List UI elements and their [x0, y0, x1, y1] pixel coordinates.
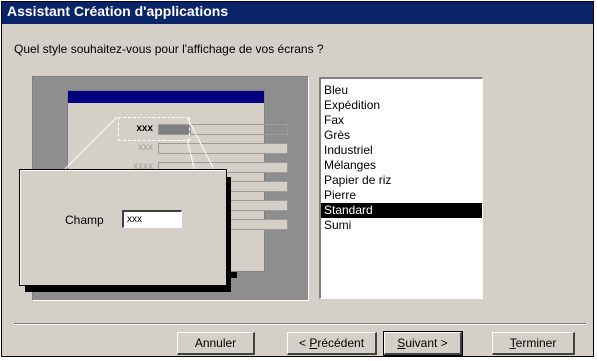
style-item-melanges[interactable]: Mélanges: [321, 158, 482, 173]
zoom-panel: Champ xxx: [19, 169, 227, 286]
wizard-window: Assistant Création d'applications Quel s…: [1, 1, 594, 357]
style-item-industriel[interactable]: Industriel: [321, 143, 482, 158]
style-listbox[interactable]: Bleu Expédition Fax Grès Industriel Méla…: [319, 77, 483, 299]
next-button[interactable]: Suivant >: [383, 331, 463, 356]
window-title: Assistant Création d'applications: [7, 3, 229, 19]
next-rest: uivant >: [405, 336, 448, 350]
style-item-papier-de-riz[interactable]: Papier de riz: [321, 173, 482, 188]
title-bar[interactable]: Assistant Création d'applications: [2, 2, 593, 24]
question-label: Quel style souhaitez-vous pour l'afficha…: [14, 42, 324, 56]
style-preview: xxx xxx xxxx Champ xxx: [19, 76, 309, 301]
previous-prefix: <: [298, 336, 310, 350]
finish-button[interactable]: Terminer: [492, 332, 575, 355]
style-item-standard[interactable]: Standard: [321, 203, 482, 218]
separator: [14, 323, 586, 325]
style-item-fax[interactable]: Fax: [321, 113, 482, 128]
style-item-expedition[interactable]: Expédition: [321, 98, 482, 113]
previous-rest: récédent: [317, 336, 365, 350]
cancel-button[interactable]: Annuler: [177, 332, 255, 355]
finish-rest: erminer: [515, 336, 557, 350]
style-item-gres[interactable]: Grès: [321, 128, 482, 143]
previous-button[interactable]: < Précédent: [287, 332, 377, 355]
style-item-pierre[interactable]: Pierre: [321, 188, 482, 203]
zoom-label: Champ: [65, 213, 104, 227]
style-item-bleu[interactable]: Bleu: [321, 83, 482, 98]
zoom-field: xxx: [122, 210, 182, 228]
style-item-sumi[interactable]: Sumi: [321, 218, 482, 233]
